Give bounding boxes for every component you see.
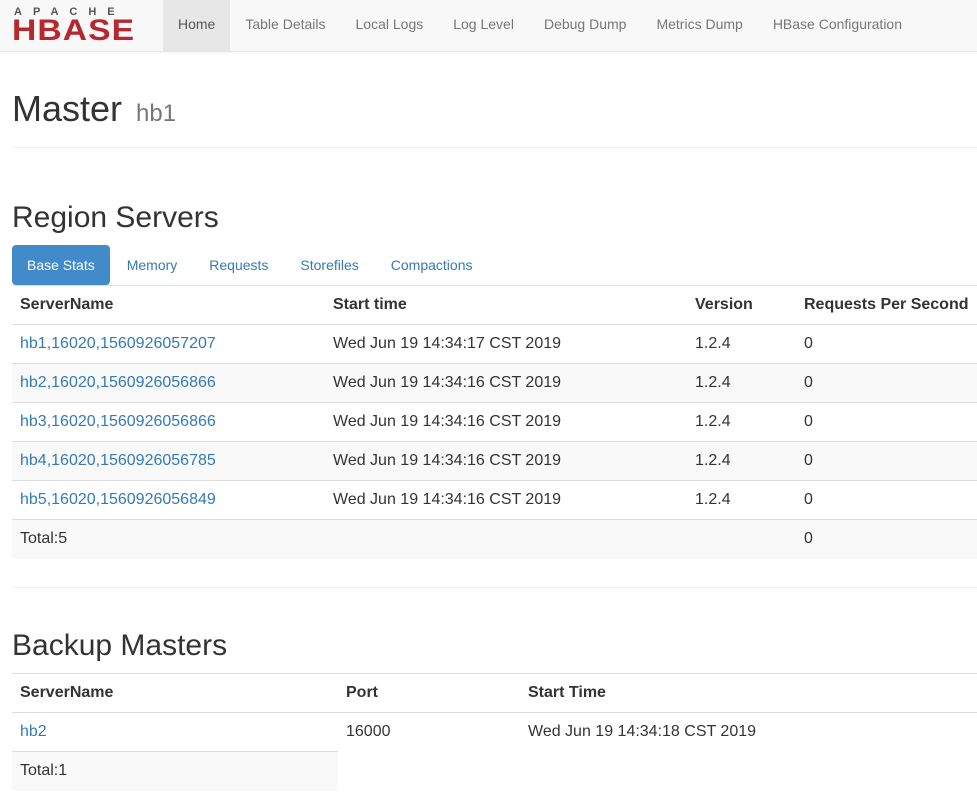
server-link[interactable]: hb1,16020,1560926057207 [20,335,216,352]
rps-cell: 0 [796,402,977,442]
empty-cell [687,519,796,559]
start-time-cell: Wed Jun 19 14:34:17 CST 2019 [325,324,687,364]
nav-table-details[interactable]: Table Details [230,0,340,52]
region-servers-table: ServerName Start time Version Requests P… [12,285,977,559]
tab-base-stats[interactable]: Base Stats [12,245,110,285]
nav-hbase-configuration[interactable]: HBase Configuration [758,0,917,52]
table-row: hb2,16020,1560926056866 Wed Jun 19 14:34… [12,363,977,403]
start-time-cell: Wed Jun 19 14:34:16 CST 2019 [325,402,687,442]
divider [12,147,977,148]
col-servername[interactable]: ServerName [12,285,325,325]
col-start-time[interactable]: Start time [325,285,687,325]
col-start-time[interactable]: Start Time [520,673,977,713]
start-time-cell: Wed Jun 19 14:34:16 CST 2019 [325,441,687,481]
server-link[interactable]: hb5,16020,1560926056849 [20,491,216,508]
divider [12,587,977,588]
page-title: Master hb1 [12,88,176,130]
start-time-cell: Wed Jun 19 14:34:16 CST 2019 [325,480,687,520]
tab-memory[interactable]: Memory [112,245,193,285]
version-cell: 1.2.4 [687,363,796,403]
total-label: Total:5 [12,519,325,559]
tab-storefiles[interactable]: Storefiles [285,245,373,285]
backup-masters-heading: Backup Masters [12,629,228,662]
server-link[interactable]: hb2 [20,723,47,740]
nav-metrics-dump[interactable]: Metrics Dump [641,0,757,52]
nav-log-level[interactable]: Log Level [438,0,529,52]
col-requests-per-second[interactable]: Requests Per Second [796,285,977,325]
table-row: hb2 16000 Wed Jun 19 14:34:18 CST 2019 [12,712,977,752]
region-servers-heading: Region Servers [12,201,219,234]
total-rps: 0 [796,519,977,559]
total-row: Total:5 0 [12,519,977,559]
backup-masters-table: ServerName Port Start Time hb2 16000 Wed… [12,673,977,791]
rps-cell: 0 [796,363,977,403]
port-cell: 16000 [338,712,520,752]
version-cell: 1.2.4 [687,480,796,520]
col-version[interactable]: Version [687,285,796,325]
nav-home[interactable]: Home [163,0,231,52]
empty-cell [338,751,520,791]
empty-cell [520,751,977,791]
version-cell: 1.2.4 [687,324,796,364]
tab-compactions[interactable]: Compactions [376,245,488,285]
empty-cell [325,519,687,559]
server-link[interactable]: hb3,16020,1560926056866 [20,413,216,430]
start-time-cell: Wed Jun 19 14:34:18 CST 2019 [520,712,977,752]
col-port[interactable]: Port [338,673,520,713]
nav-local-logs[interactable]: Local Logs [341,0,439,52]
version-cell: 1.2.4 [687,402,796,442]
main-nav: Home Table Details Local Logs Log Level … [163,0,917,52]
nav-debug-dump[interactable]: Debug Dump [529,0,642,52]
hbase-logo[interactable]: APACHE HBASE [12,6,152,47]
rps-cell: 0 [796,324,977,364]
top-navbar: APACHE HBASE Home Table Details Local Lo… [0,0,977,52]
rps-cell: 0 [796,480,977,520]
page-subtitle: hb1 [136,100,177,127]
total-label: Total:1 [12,751,338,791]
server-link[interactable]: hb4,16020,1560926056785 [20,452,216,469]
table-row: hb5,16020,1560926056849 Wed Jun 19 14:34… [12,480,977,520]
start-time-cell: Wed Jun 19 14:34:16 CST 2019 [325,363,687,403]
rps-cell: 0 [796,441,977,481]
tab-requests[interactable]: Requests [194,245,283,285]
table-header-row: ServerName Port Start Time [12,673,977,713]
logo-hbase-text: HBASE [12,14,136,47]
table-row: hb1,16020,1560926057207 Wed Jun 19 14:34… [12,324,977,364]
version-cell: 1.2.4 [687,441,796,481]
total-row: Total:1 [12,751,977,791]
table-row: hb4,16020,1560926056785 Wed Jun 19 14:34… [12,441,977,481]
table-row: hb3,16020,1560926056866 Wed Jun 19 14:34… [12,402,977,442]
server-link[interactable]: hb2,16020,1560926056866 [20,374,216,391]
region-servers-tabs: Base Stats Memory Requests Storefiles Co… [12,245,489,285]
page-title-text: Master [12,88,123,129]
col-servername[interactable]: ServerName [12,673,338,713]
table-header-row: ServerName Start time Version Requests P… [12,285,977,325]
